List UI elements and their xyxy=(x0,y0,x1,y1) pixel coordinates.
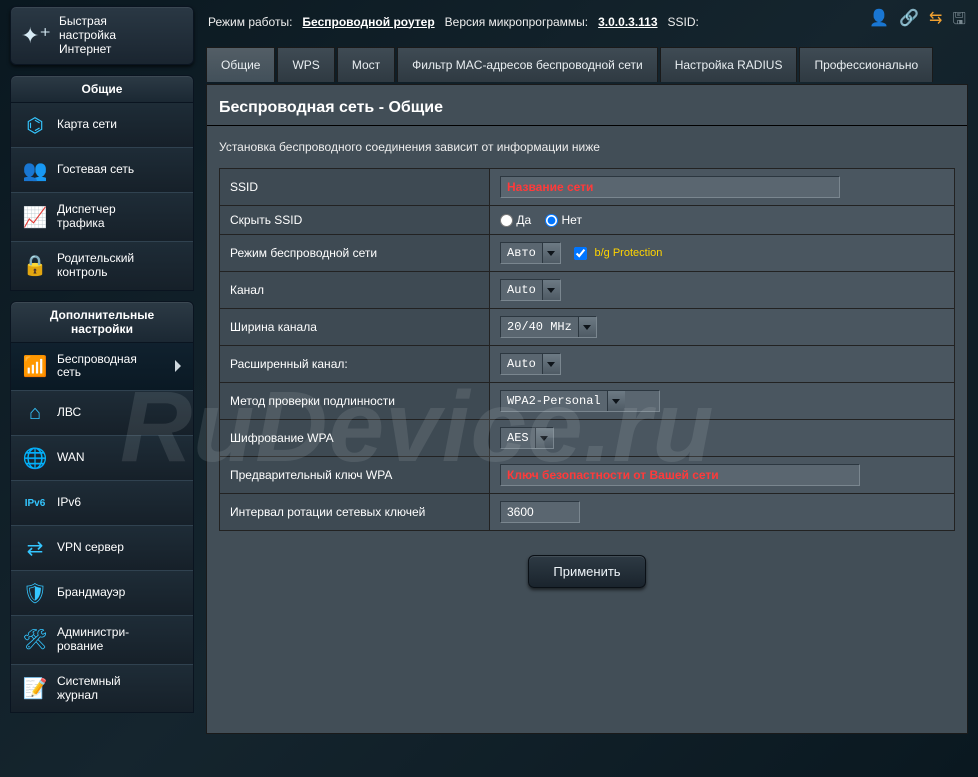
sidebar-item-label: Беспроводная сеть xyxy=(57,353,137,381)
sidebar-header-advanced: Дополнительные настройки xyxy=(10,301,194,343)
sidebar-item-label: Администри- рование xyxy=(57,626,129,654)
sidebar-item-label: Родительский контроль xyxy=(57,252,134,280)
sidebar-item-label: Карта сети xyxy=(57,118,117,132)
sidebar-item-advanced-6[interactable]: 🛠 Администри- рование xyxy=(11,615,193,664)
quick-setup-label: Быстрая настройка Интернет xyxy=(59,15,116,56)
sidebar-item-label: Брандмауэр xyxy=(57,586,125,600)
rotation-input[interactable] xyxy=(500,501,580,523)
panel-title: Беспроводная сеть - Общие xyxy=(219,99,955,117)
ext-channel-select[interactable]: Auto xyxy=(500,353,561,375)
chevron-down-icon xyxy=(578,317,596,337)
wand-icon: ✦⁺ xyxy=(21,23,51,49)
fw-link[interactable]: 3.0.0.3.113 xyxy=(598,15,657,29)
mode-label: Режим работы: xyxy=(208,15,292,29)
row-enc-label: Шифрование WPA xyxy=(220,420,490,457)
wireless-icon: 📶 xyxy=(23,354,47,378)
sidebar-item-advanced-5[interactable]: 🛡 Брандмауэр xyxy=(11,570,193,615)
sidebar-item-advanced-3[interactable]: IPv6 IPv6 xyxy=(11,480,193,525)
sidebar-item-label: IPv6 xyxy=(57,496,81,510)
chevron-down-icon xyxy=(607,391,625,411)
guest-network-icon: 👥 xyxy=(23,158,47,182)
sidebar-item-advanced-4[interactable]: ⇄ VPN сервер xyxy=(11,525,193,570)
chevron-down-icon xyxy=(542,354,560,374)
sidebar-item-label: Системный журнал xyxy=(57,675,121,703)
row-key-label: Предварительный ключ WPA xyxy=(220,457,490,494)
sidebar-item-advanced-2[interactable]: 🌐 WAN xyxy=(11,435,193,480)
ssid-label: SSID: xyxy=(668,15,699,29)
row-ssid-label: SSID xyxy=(220,169,490,206)
user-status-icon[interactable]: 👤 xyxy=(869,8,889,35)
settings-panel: Беспроводная сеть - Общие Установка бесп… xyxy=(206,84,968,734)
quick-setup-button[interactable]: ✦⁺ Быстрая настройка Интернет xyxy=(10,6,194,65)
wpa-enc-select[interactable]: AES xyxy=(500,427,554,449)
network-map-icon: ⌬ xyxy=(23,113,47,137)
sidebar-item-advanced-0[interactable]: 📶 Беспроводная сеть xyxy=(11,343,193,391)
chevron-down-icon xyxy=(535,428,553,448)
row-rotation-label: Интервал ротации сетевых ключей xyxy=(220,494,490,531)
wan-icon: 🌐 xyxy=(23,446,47,470)
ssid-input[interactable] xyxy=(500,176,840,198)
hide-ssid-no[interactable]: Нет xyxy=(545,213,582,227)
sidebar-header-general: Общие xyxy=(10,75,194,103)
apply-button[interactable]: Применить xyxy=(528,555,645,588)
admin-icon: 🛠 xyxy=(23,628,47,652)
traffic-icon: 📈 xyxy=(23,205,47,229)
tab-4[interactable]: Настройка RADIUS xyxy=(660,47,798,82)
wpa-key-input[interactable] xyxy=(500,464,860,486)
tab-0[interactable]: Общие xyxy=(206,47,275,82)
sidebar-item-advanced-1[interactable]: ⌂ ЛВС xyxy=(11,390,193,435)
row-hide-label: Скрыть SSID xyxy=(220,206,490,235)
sidebar-item-general-2[interactable]: 📈 Диспетчер трафика xyxy=(11,192,193,241)
sidebar-item-label: WAN xyxy=(57,451,85,465)
sidebar-item-general-0[interactable]: ⌬ Карта сети xyxy=(11,103,193,147)
auth-select[interactable]: WPA2-Personal xyxy=(500,390,660,412)
hide-ssid-yes[interactable]: Да xyxy=(500,213,531,227)
parental-icon: 🔒 xyxy=(23,254,47,278)
tab-5[interactable]: Профессионально xyxy=(799,47,933,82)
sidebar-item-label: ЛВС xyxy=(57,406,81,420)
ipv6-icon: IPv6 xyxy=(23,491,47,515)
panel-subtitle: Установка беспроводного соединения завис… xyxy=(219,140,955,154)
row-channel-label: Канал xyxy=(220,272,490,309)
chevron-down-icon xyxy=(542,243,560,263)
tab-3[interactable]: Фильтр MAC-адресов беспроводной сети xyxy=(397,47,658,82)
wireless-mode-select[interactable]: Авто xyxy=(500,242,561,264)
usb-status-icon[interactable]: ⇆ xyxy=(929,8,942,35)
vpn-icon: ⇄ xyxy=(23,536,47,560)
storage-status-icon[interactable]: 🖫 xyxy=(952,8,966,35)
channel-width-select[interactable]: 20/40 MHz xyxy=(500,316,597,338)
tab-1[interactable]: WPS xyxy=(277,47,334,82)
sidebar-item-advanced-7[interactable]: 📝 Системный журнал xyxy=(11,664,193,713)
row-width-label: Ширина канала xyxy=(220,309,490,346)
row-auth-label: Метод проверки подлинности xyxy=(220,383,490,420)
channel-select[interactable]: Auto xyxy=(500,279,561,301)
sidebar-item-general-1[interactable]: 👥 Гостевая сеть xyxy=(11,147,193,192)
topbar: Режим работы: Беспроводной роутер Версия… xyxy=(206,6,968,41)
chevron-down-icon xyxy=(542,280,560,300)
mode-link[interactable]: Беспроводной роутер xyxy=(302,15,434,29)
tab-2[interactable]: Мост xyxy=(337,47,395,82)
row-mode-label: Режим беспроводной сети xyxy=(220,235,490,272)
sidebar-item-general-3[interactable]: 🔒 Родительский контроль xyxy=(11,241,193,290)
firewall-icon: 🛡 xyxy=(23,581,47,605)
sidebar-item-label: VPN сервер xyxy=(57,541,124,555)
lan-icon: ⌂ xyxy=(23,401,47,425)
bg-protection-checkbox[interactable] xyxy=(574,247,587,260)
link-status-icon[interactable]: 🔗 xyxy=(899,8,919,35)
bg-protection-label: b/g Protection xyxy=(595,247,663,259)
log-icon: 📝 xyxy=(23,677,47,701)
sidebar-item-label: Гостевая сеть xyxy=(57,163,134,177)
fw-label: Версия микропрограммы: xyxy=(445,15,588,29)
row-ext-label: Расширенный канал: xyxy=(220,346,490,383)
sidebar-item-label: Диспетчер трафика xyxy=(57,203,116,231)
